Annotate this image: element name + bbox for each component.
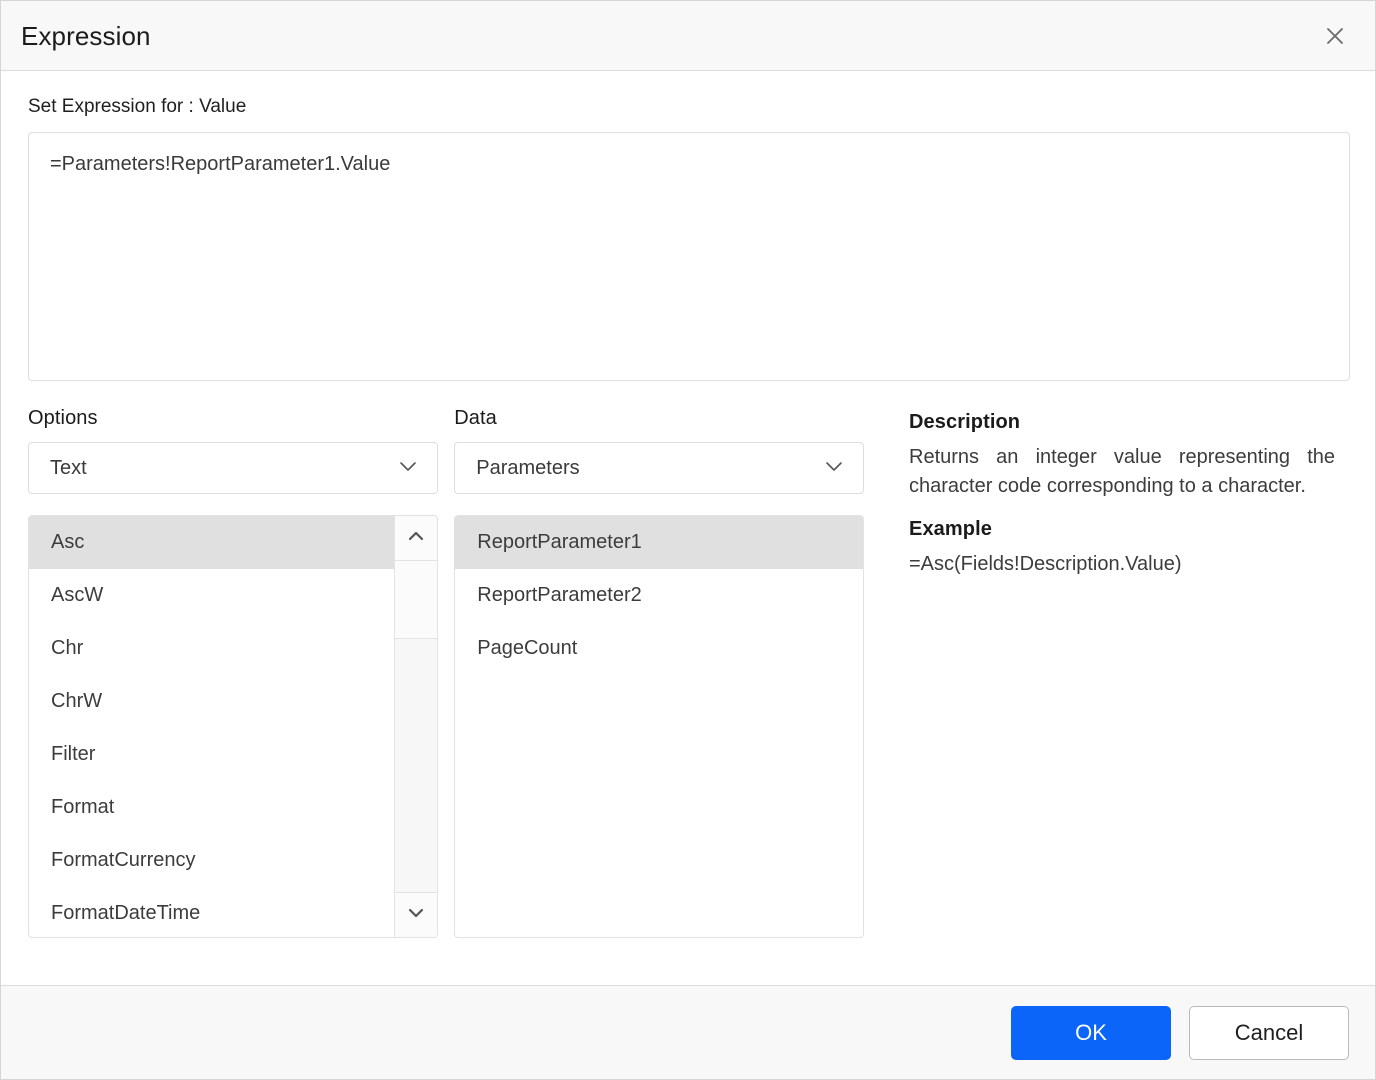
options-listbox[interactable]: Asc AscW Chr ChrW Filter Format FormatCu…	[29, 516, 394, 937]
list-item[interactable]: ChrW	[29, 675, 394, 728]
close-icon	[1324, 25, 1346, 47]
description-text: Returns an integer value representing th…	[909, 446, 1335, 497]
expression-label: Set Expression for : Value	[28, 96, 247, 117]
list-item[interactable]: Chr	[29, 622, 394, 675]
dialog-footer: OK Cancel	[1, 985, 1375, 1079]
options-category-select[interactable]: Text	[28, 442, 438, 494]
description-heading: Description	[909, 411, 1021, 433]
options-category-value: Text	[50, 457, 87, 479]
data-listbox[interactable]: ReportParameter1 ReportParameter2 PageCo…	[454, 515, 865, 938]
dialog-body: Set Expression for : Value =Parameters!R…	[1, 71, 1375, 985]
data-category-select[interactable]: Parameters	[454, 442, 865, 494]
options-panel: Options Text Asc AscW Chr ChrW Filter Fo…	[28, 408, 454, 938]
scrollbar-thumb[interactable]	[395, 561, 437, 639]
ok-button[interactable]: OK	[1011, 1005, 1171, 1060]
list-item[interactable]: AscW	[29, 569, 394, 622]
chevron-down-icon	[405, 902, 427, 929]
options-title: Options	[28, 407, 98, 429]
list-item[interactable]: PageCount	[455, 622, 863, 675]
example-heading: Example	[909, 518, 992, 540]
scrollbar-down-button[interactable]	[395, 892, 437, 937]
page-title: Expression	[21, 20, 151, 51]
close-button[interactable]	[1313, 14, 1357, 58]
description-panel: Description Returns an integer value rep…	[871, 408, 1349, 579]
dialog-header: Expression	[1, 1, 1375, 71]
expression-input[interactable]: =Parameters!ReportParameter1.Value	[28, 132, 1350, 381]
list-item[interactable]: Filter	[29, 728, 394, 781]
chevron-up-icon	[405, 525, 427, 552]
chevron-down-icon	[395, 453, 421, 484]
data-category-value: Parameters	[476, 457, 580, 479]
list-item[interactable]: Format	[29, 781, 394, 834]
chevron-down-icon	[821, 453, 847, 484]
data-panel: Data Parameters ReportParameter1 ReportP…	[454, 408, 871, 938]
options-listbox-wrapper: Asc AscW Chr ChrW Filter Format FormatCu…	[28, 515, 438, 938]
data-title: Data	[454, 407, 497, 429]
list-item[interactable]: ReportParameter1	[455, 516, 864, 569]
options-scrollbar[interactable]	[394, 516, 437, 937]
list-item[interactable]: Asc	[29, 516, 394, 569]
expression-dialog: Expression Set Expression for : Value =P…	[0, 0, 1376, 1080]
list-item[interactable]: ReportParameter2	[455, 569, 863, 622]
cancel-button[interactable]: Cancel	[1189, 1005, 1349, 1060]
scrollbar-up-button[interactable]	[395, 516, 437, 561]
list-item[interactable]: FormatCurrency	[29, 834, 394, 887]
scrollbar-track[interactable]	[395, 561, 437, 892]
panels-row: Options Text Asc AscW Chr ChrW Filter Fo…	[28, 408, 1349, 938]
example-text: =Asc(Fields!Description.Value)	[909, 553, 1182, 575]
list-item[interactable]: FormatDateTime	[29, 887, 394, 937]
